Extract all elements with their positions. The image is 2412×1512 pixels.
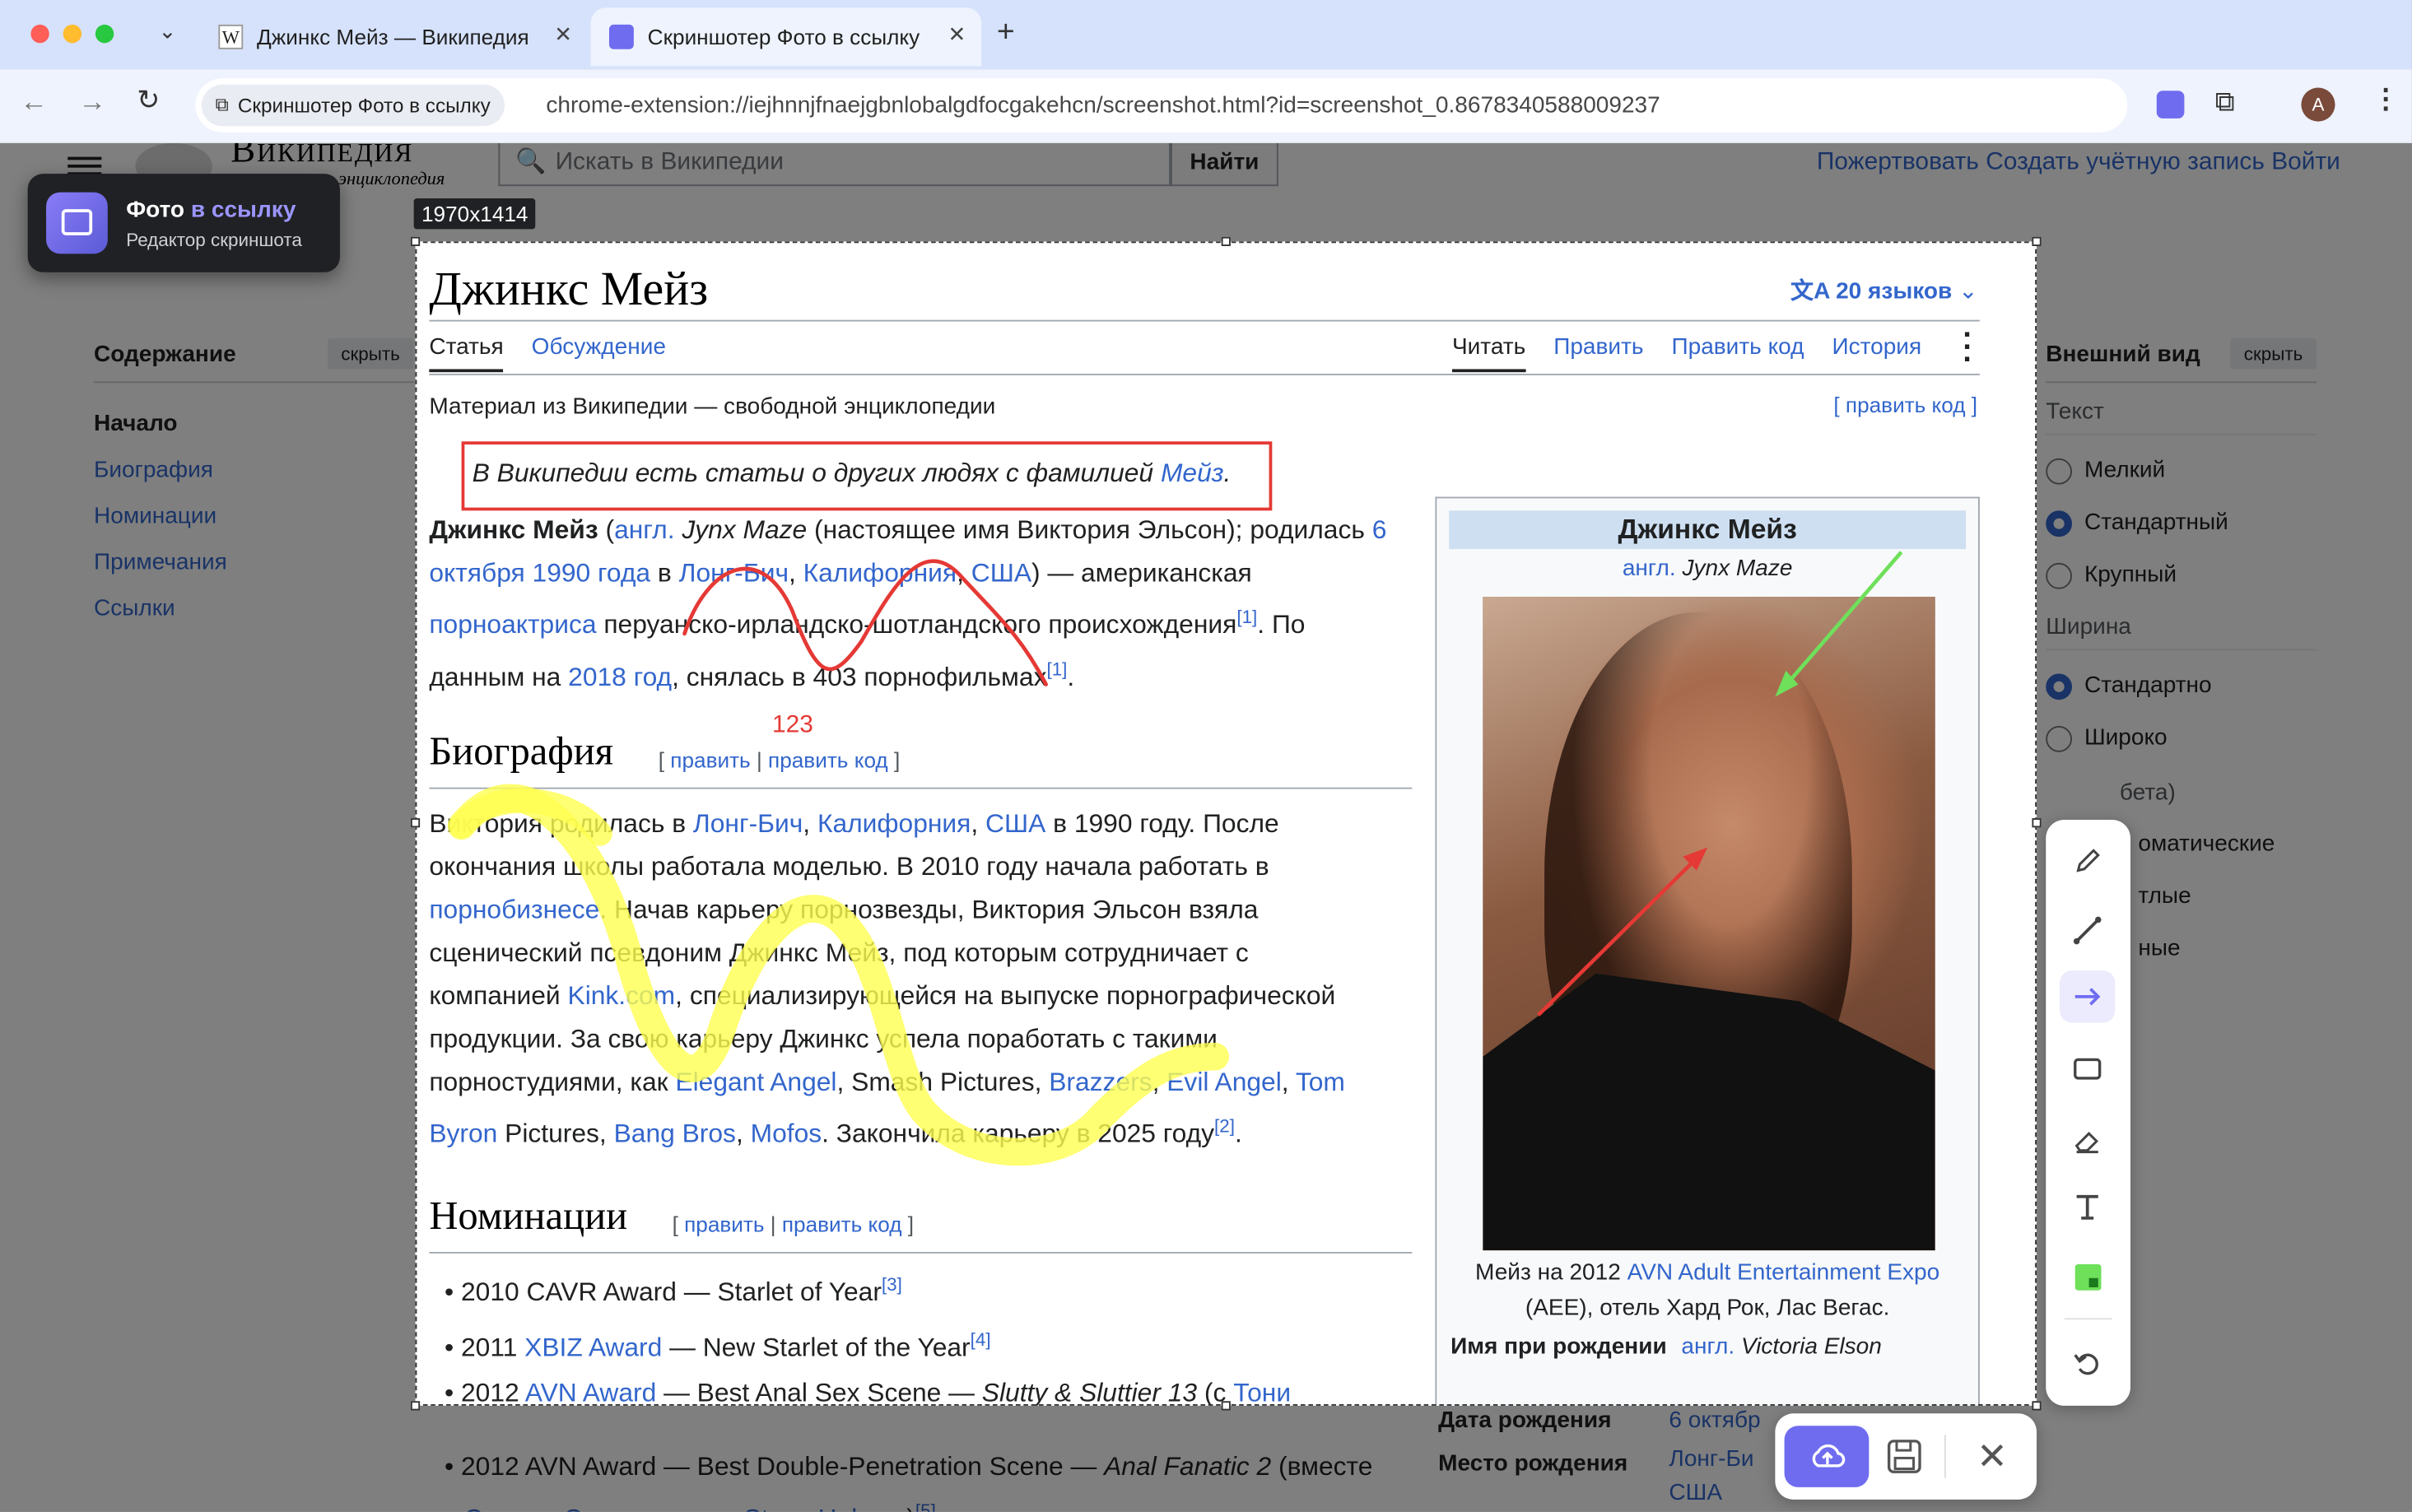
annotation-toolbar xyxy=(2046,819,2131,1406)
site-info-chip[interactable]: ⧉ Скриншотер Фото в ссылку xyxy=(201,84,505,127)
save-icon[interactable] xyxy=(1886,1438,1923,1482)
back-icon[interactable]: ← xyxy=(20,86,48,119)
selection-border[interactable] xyxy=(415,241,2037,1406)
tab-strip: ⌄ W Джинкс Мейз — Википедия ✕ Скриншотер… xyxy=(0,0,2412,70)
forward-icon[interactable]: → xyxy=(78,86,106,119)
action-bar: ✕ xyxy=(1775,1413,2037,1500)
line-icon[interactable] xyxy=(2060,905,2115,957)
tab-screenshoter[interactable]: Скриншотер Фото в ссылку ✕ xyxy=(590,7,982,67)
tab-title: Скриншотер Фото в ссылку xyxy=(647,24,920,49)
resize-handle[interactable] xyxy=(1221,236,1231,246)
rectangle-icon[interactable] xyxy=(2060,1043,2115,1096)
tab-title: Джинкс Мейз — Википедия xyxy=(257,24,529,49)
selection-size-label: 1970x1414 xyxy=(413,198,536,230)
app-logo-icon xyxy=(46,192,108,254)
upload-icon xyxy=(1811,1444,1845,1468)
resize-handle[interactable] xyxy=(1221,1401,1231,1411)
resize-handle[interactable] xyxy=(410,1401,421,1411)
text-icon[interactable] xyxy=(2060,1181,2115,1234)
tab-search-icon[interactable]: ⌄ xyxy=(158,18,176,44)
reload-icon[interactable]: ↻ xyxy=(137,85,160,117)
wikipedia-favicon: W xyxy=(218,24,244,49)
eraser-icon[interactable] xyxy=(2060,1115,2115,1168)
minimize-window-button[interactable] xyxy=(63,24,82,44)
badge-title-b: в ссылку xyxy=(190,197,296,223)
upload-button[interactable] xyxy=(1784,1426,1870,1487)
resize-handle[interactable] xyxy=(2032,236,2042,246)
menu-kebab-icon[interactable]: ⋮ xyxy=(2372,83,2400,115)
close-icon[interactable]: ✕ xyxy=(1977,1435,2008,1479)
extension-badge[interactable]: Фото в ссылку Редактор скриншота xyxy=(27,174,340,272)
close-tab-icon[interactable]: ✕ xyxy=(948,21,966,48)
close-tab-icon[interactable]: ✕ xyxy=(554,21,572,48)
resize-handle[interactable] xyxy=(410,236,421,246)
zoom-window-button[interactable] xyxy=(95,24,114,44)
close-window-button[interactable] xyxy=(30,24,49,44)
pencil-icon[interactable] xyxy=(2060,835,2115,888)
badge-title-a: Фото xyxy=(126,197,185,223)
new-tab-icon[interactable]: + xyxy=(997,16,1015,51)
extension-puzzle-icon: ⧉ xyxy=(215,93,229,116)
tab-wikipedia[interactable]: W Джинкс Мейз — Википедия ✕ xyxy=(200,7,588,66)
resize-handle[interactable] xyxy=(410,818,421,828)
extension-favicon xyxy=(608,24,634,49)
avatar[interactable]: A xyxy=(2301,87,2335,122)
badge-subtitle: Редактор скриншота xyxy=(126,229,302,251)
extensions-puzzle-icon[interactable]: ⧉ xyxy=(2215,86,2235,119)
extension-icon[interactable] xyxy=(2156,91,2185,119)
resize-handle[interactable] xyxy=(2032,1401,2042,1411)
url-text[interactable]: chrome-extension://iejhnnjfnaejgbnlobalg… xyxy=(546,92,1660,119)
undo-icon[interactable] xyxy=(2060,1337,2115,1389)
arrow-icon[interactable] xyxy=(2060,970,2116,1023)
resize-handle[interactable] xyxy=(2032,818,2042,828)
color-swatch[interactable] xyxy=(2060,1250,2115,1303)
